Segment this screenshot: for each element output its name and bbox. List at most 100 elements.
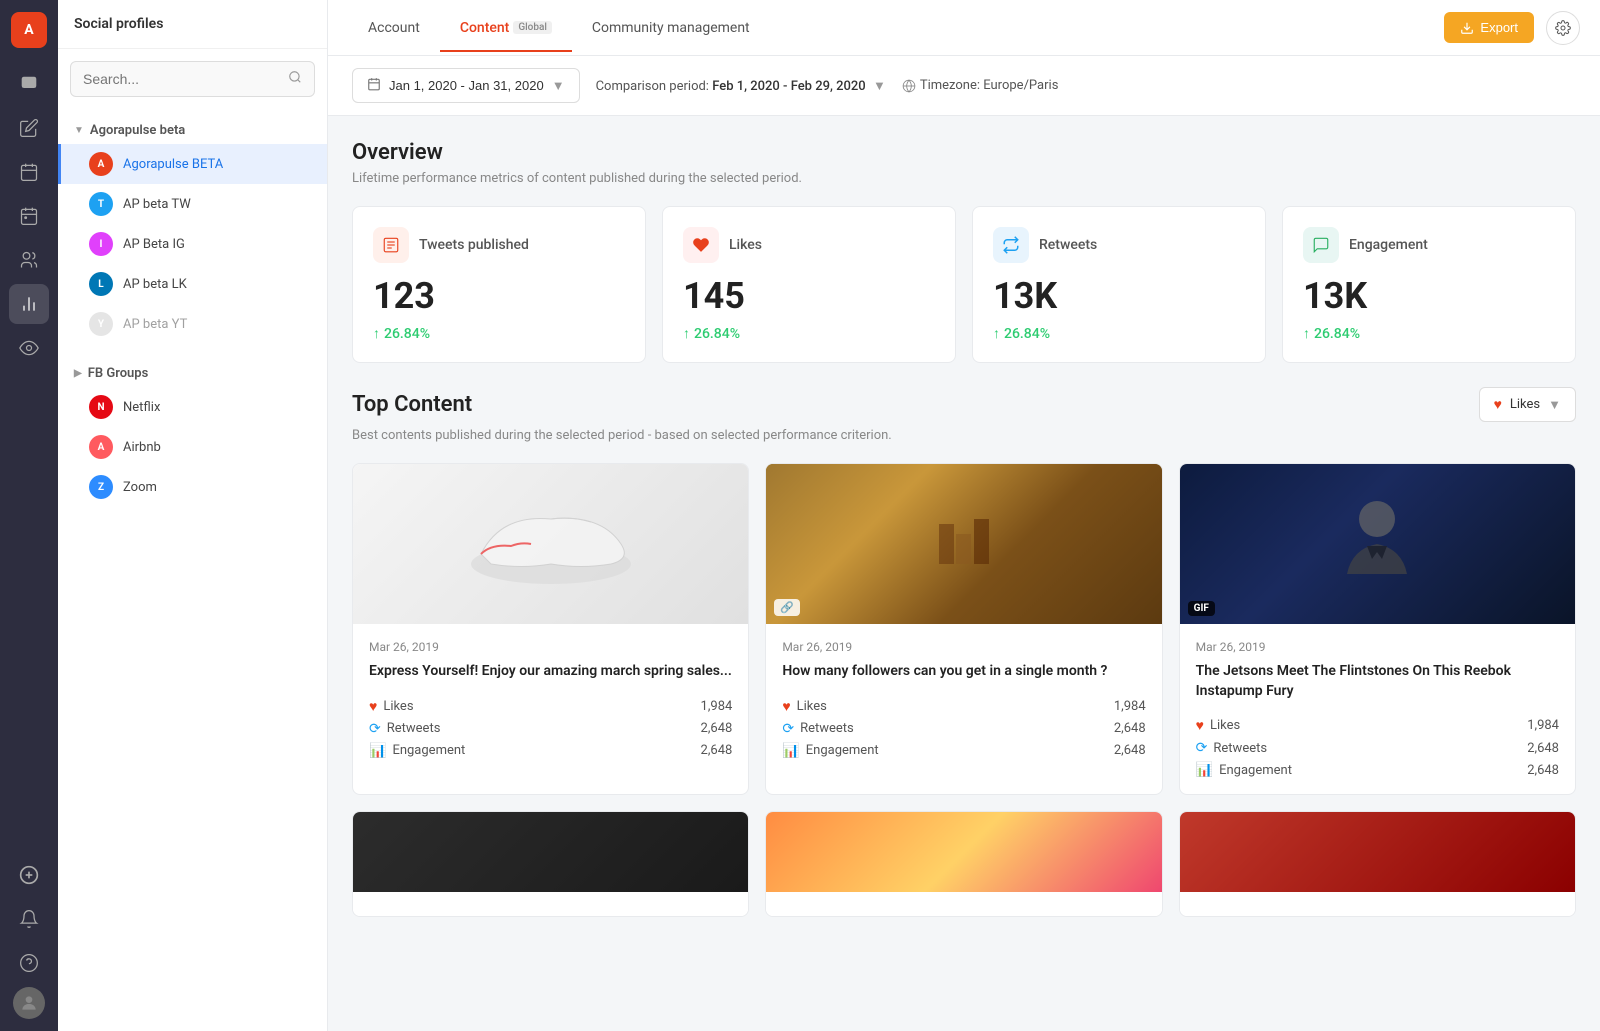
tab-account-label: Account bbox=[368, 20, 420, 36]
content-card-3-stats: ♥ Likes 1,984 ⟳ Retweets 2,648 bbox=[1196, 717, 1559, 778]
likes-up-icon: ↑ bbox=[683, 325, 690, 342]
engagement-change-value: 26.84% bbox=[1314, 326, 1360, 342]
card1-engagement-stat: 📊 Engagement 2,648 bbox=[369, 743, 732, 759]
profile-avatar-ap-ig: I bbox=[89, 232, 113, 256]
profile-avatar-netflix: N bbox=[89, 395, 113, 419]
engagement-up-icon: ↑ bbox=[1303, 325, 1310, 342]
filter-chevron-icon: ▼ bbox=[1548, 397, 1561, 413]
settings-button[interactable] bbox=[1546, 11, 1580, 45]
content-card-2-stats: ♥ Likes 1,984 ⟳ Retweets 2,648 bbox=[782, 698, 1145, 759]
sidebar-item-zoom[interactable]: Z Zoom bbox=[58, 467, 327, 507]
users-nav-icon[interactable] bbox=[9, 240, 49, 280]
content-card-6[interactable] bbox=[1179, 811, 1576, 917]
top-content-section: Top Content ♥ Likes ▼ Best contents publ… bbox=[328, 387, 1600, 965]
tweets-stat-label: Tweets published bbox=[419, 237, 529, 253]
profile-avatar-agorapulse-beta: A bbox=[89, 152, 113, 176]
sidebar-item-label: Netflix bbox=[123, 400, 160, 415]
sidebar-item-ap-beta-ig[interactable]: I AP Beta IG bbox=[58, 224, 327, 264]
content-card-1-stats: ♥ Likes 1,984 ⟳ Retweets 2,648 bbox=[369, 698, 732, 759]
content-card-3[interactable]: GIF Mar 26, 2019 The Jetsons Meet The Fl… bbox=[1179, 463, 1576, 795]
card2-likes-value: 1,984 bbox=[1114, 699, 1146, 714]
calendar-nav-icon[interactable] bbox=[9, 152, 49, 192]
top-content-header: Top Content ♥ Likes ▼ bbox=[352, 387, 1576, 422]
sidebar-item-label: AP beta LK bbox=[123, 277, 187, 292]
likes-icon: ♥ bbox=[369, 698, 377, 715]
top-nav-right: Export bbox=[1444, 11, 1580, 45]
content-cards-row1: Mar 26, 2019 Express Yourself! Enjoy our… bbox=[352, 463, 1576, 795]
date-picker-button[interactable]: Jan 1, 2020 - Jan 31, 2020 ▼ bbox=[352, 68, 580, 103]
calendar-icon bbox=[367, 77, 381, 94]
tab-community[interactable]: Community management bbox=[572, 4, 770, 52]
bell-nav-icon[interactable] bbox=[9, 899, 49, 939]
profile-avatar-ap-tw: T bbox=[89, 192, 113, 216]
main-content: Account Content Global Community managem… bbox=[328, 0, 1600, 1031]
tweets-stat-value: 123 bbox=[373, 275, 625, 317]
stat-card-likes: Likes 145 ↑ 26.84% bbox=[662, 206, 956, 363]
likes-change-value: 26.84% bbox=[694, 326, 740, 342]
tweets-change-value: 26.84% bbox=[384, 326, 430, 342]
card2-likes-label: Likes bbox=[797, 699, 827, 714]
card2-engagement-stat: 📊 Engagement 2,648 bbox=[782, 743, 1145, 759]
engagement-icon: 📊 bbox=[369, 743, 386, 759]
search-input[interactable] bbox=[83, 71, 288, 87]
compose-nav-icon[interactable] bbox=[9, 108, 49, 148]
tab-content[interactable]: Content Global bbox=[440, 4, 572, 52]
content-card-2[interactable]: 🔗 Mar 26, 2019 How many followers can yo… bbox=[765, 463, 1162, 795]
tab-account[interactable]: Account bbox=[348, 4, 440, 52]
content-card-2-title: How many followers can you get in a sing… bbox=[782, 662, 1145, 682]
card1-retweets-value: 2,648 bbox=[701, 721, 733, 736]
top-content-title: Top Content bbox=[352, 392, 472, 417]
tab-community-label: Community management bbox=[592, 20, 750, 36]
card2-likes-stat: ♥ Likes 1,984 bbox=[782, 698, 1145, 715]
reports-nav-icon[interactable] bbox=[9, 284, 49, 324]
card3-retweets-label: Retweets bbox=[1213, 741, 1267, 756]
timezone-label: Timezone: Europe/Paris bbox=[920, 78, 1059, 93]
app-logo: A bbox=[11, 12, 47, 48]
card3-engagement-label: Engagement bbox=[1219, 763, 1292, 778]
stat-card-retweets-header: Retweets bbox=[993, 227, 1245, 263]
help-nav-icon[interactable] bbox=[9, 943, 49, 983]
filter-bar: Jan 1, 2020 - Jan 31, 2020 ▼ Comparison … bbox=[328, 56, 1600, 116]
likes-stat-icon bbox=[683, 227, 719, 263]
card3-likes-value: 1,984 bbox=[1527, 718, 1559, 733]
card1-engagement-value: 2,648 bbox=[701, 743, 733, 758]
heart-filter-icon: ♥ bbox=[1494, 396, 1502, 413]
add-nav-icon[interactable] bbox=[9, 855, 49, 895]
engagement-stat-label: Engagement bbox=[1349, 237, 1428, 253]
card2-retweets-stat: ⟳ Retweets 2,648 bbox=[782, 721, 1145, 737]
sidebar-item-ap-beta-tw[interactable]: T AP beta TW bbox=[58, 184, 327, 224]
user-avatar[interactable] bbox=[13, 987, 45, 1019]
sidebar-item-ap-beta-yt[interactable]: Y AP beta YT bbox=[58, 304, 327, 344]
content-card-4[interactable] bbox=[352, 811, 749, 917]
content-card-1-title: Express Yourself! Enjoy our amazing marc… bbox=[369, 662, 732, 682]
card2-engagement-label: Engagement bbox=[806, 743, 879, 758]
card1-likes-label: Likes bbox=[383, 699, 413, 714]
retweet-icon: ⟳ bbox=[369, 721, 381, 737]
top-content-subtitle: Best contents published during the selec… bbox=[352, 428, 1576, 443]
sidebar-group-header-fb[interactable]: ▶ FB Groups bbox=[58, 360, 327, 387]
export-label: Export bbox=[1480, 20, 1518, 35]
sidebar-item-ap-beta-lk[interactable]: L AP beta LK bbox=[58, 264, 327, 304]
card3-retweets-value: 2,648 bbox=[1527, 741, 1559, 756]
content-card-5[interactable] bbox=[765, 811, 1162, 917]
card3-likes-stat: ♥ Likes 1,984 bbox=[1196, 717, 1559, 734]
sidebar-item-label: Airbnb bbox=[123, 440, 161, 455]
likes-icon: ♥ bbox=[782, 698, 790, 715]
content-card-3-date: Mar 26, 2019 bbox=[1196, 640, 1559, 654]
sidebar-group-header-agorapulse[interactable]: ▼ Agorapulse beta bbox=[58, 117, 327, 144]
likes-filter-dropdown[interactable]: ♥ Likes ▼ bbox=[1479, 387, 1576, 422]
sidebar-item-agorapulse-beta[interactable]: A Agorapulse BETA bbox=[58, 144, 327, 184]
profile-avatar-ap-yt: Y bbox=[89, 312, 113, 336]
listening-nav-icon[interactable] bbox=[9, 328, 49, 368]
sidebar-item-airbnb[interactable]: A Airbnb bbox=[58, 427, 327, 467]
inbox-nav-icon[interactable] bbox=[9, 64, 49, 104]
likes-stat-change: ↑ 26.84% bbox=[683, 325, 935, 342]
content-card-6-body bbox=[1180, 892, 1575, 916]
retweet-icon: ⟳ bbox=[1196, 740, 1208, 756]
sidebar-item-netflix[interactable]: N Netflix bbox=[58, 387, 327, 427]
stat-card-likes-header: Likes bbox=[683, 227, 935, 263]
export-button[interactable]: Export bbox=[1444, 12, 1534, 43]
calendar2-nav-icon[interactable] bbox=[9, 196, 49, 236]
content-card-1[interactable]: Mar 26, 2019 Express Yourself! Enjoy our… bbox=[352, 463, 749, 795]
tab-content-label: Content bbox=[460, 20, 510, 36]
